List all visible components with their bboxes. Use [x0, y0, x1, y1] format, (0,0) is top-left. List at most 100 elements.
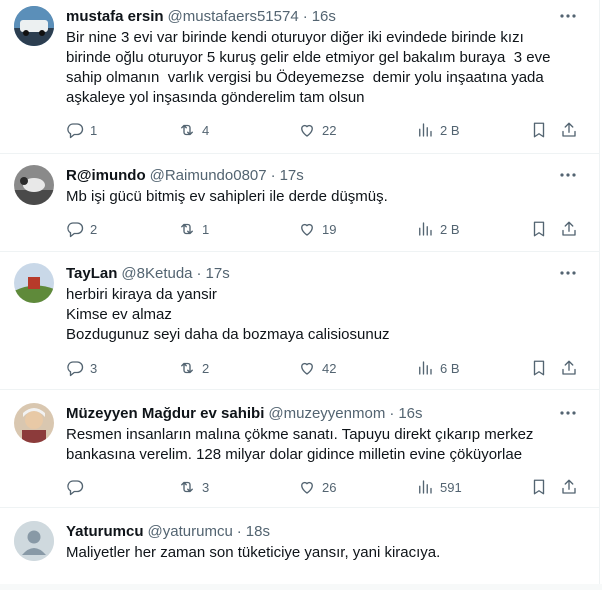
reply-feed: mustafa ersin @mustafaers51574 · 16s Bir… — [0, 0, 600, 590]
tweet-text-line: birinde oğlu oturuyor 5 kuruş gelir elde… — [66, 49, 551, 66]
user-handle[interactable]: @mustafaers51574 — [168, 8, 299, 25]
tweet-text: Resmen insanların malına çökme sanatı. T… — [66, 425, 566, 465]
like-count: 22 — [322, 122, 337, 138]
page-bottom-strip — [0, 584, 602, 590]
separator-dot: · — [196, 264, 202, 282]
more-options-icon[interactable] — [558, 165, 578, 185]
tweet-actions: 1 4 22 2 B — [66, 120, 586, 140]
retweet-button[interactable]: 3 — [178, 477, 209, 497]
tweet-text: Bir nine 3 evi var birinde kendi oturuyo… — [66, 28, 566, 108]
views-count: 2 B — [440, 221, 460, 237]
like-count: 19 — [322, 221, 337, 237]
tweet-header: Müzeyyen Mağdur ev sahibi @muzeyyenmom ·… — [66, 403, 580, 423]
tweet[interactable]: mustafa ersin @mustafaers51574 · 16s Bir… — [0, 0, 600, 154]
views-count: 2 B — [440, 122, 460, 138]
bookmark-button[interactable] — [530, 219, 548, 239]
share-button[interactable] — [560, 120, 578, 140]
more-options-icon[interactable] — [558, 263, 578, 283]
reply-icon — [67, 361, 84, 377]
avatar[interactable] — [14, 403, 54, 443]
views-button[interactable]: 6 B — [416, 358, 460, 378]
display-name[interactable]: R@imundo — [66, 167, 146, 184]
avatar[interactable] — [14, 165, 54, 205]
retweet-icon — [181, 124, 193, 136]
user-handle[interactable]: @muzeyyenmom — [268, 405, 385, 422]
bookmark-icon — [533, 360, 545, 376]
tweet-header: Yaturumcu @yaturumcu · 18s — [66, 521, 580, 541]
avatar[interactable] — [14, 263, 54, 303]
like-count: 42 — [322, 360, 337, 376]
views-chart-icon — [419, 361, 432, 375]
separator-dot: · — [389, 404, 395, 422]
tweet-text-line: Bir nine 3 evi var birinde kendi oturuyo… — [66, 29, 524, 46]
tweet-text-line: Kimse ev almaz — [66, 306, 172, 323]
display-name[interactable]: mustafa ersin — [66, 8, 164, 25]
bookmark-button[interactable] — [530, 477, 548, 497]
reply-button[interactable]: 2 — [66, 219, 97, 239]
retweet-button[interactable]: 2 — [178, 358, 209, 378]
tweet-header: TayLan @8Ketuda · 17s — [66, 263, 580, 283]
user-handle[interactable]: @yaturumcu — [148, 523, 233, 540]
tweet[interactable]: Müzeyyen Mağdur ev sahibi @muzeyyenmom ·… — [0, 390, 600, 508]
tweet-text-line: herbiri kiraya da yansir — [66, 286, 217, 303]
reply-button[interactable] — [66, 477, 90, 497]
tweet-text-line: bankasına verelim. 128 milyar dolar gidi… — [66, 446, 523, 463]
display-name[interactable]: Yaturumcu — [66, 523, 144, 540]
retweet-icon — [181, 481, 193, 493]
reply-count: 1 — [90, 122, 98, 138]
reply-count: 3 — [90, 360, 98, 376]
reply-button[interactable]: 1 — [66, 120, 97, 140]
reply-icon — [67, 480, 84, 496]
bookmark-button[interactable] — [530, 358, 548, 378]
more-options-icon[interactable] — [558, 403, 578, 423]
share-icon — [562, 122, 576, 137]
like-button[interactable]: 42 — [298, 358, 336, 378]
tweet-text-line: sahip olmanın varlık vergisi bu Ödeyemez… — [66, 69, 544, 86]
heart-icon — [301, 223, 313, 236]
views-button[interactable]: 2 B — [416, 120, 460, 140]
bookmark-button[interactable] — [530, 120, 548, 140]
bookmark-icon — [533, 479, 545, 495]
views-chart-icon — [419, 480, 432, 494]
views-chart-icon — [419, 123, 432, 137]
tweet[interactable]: R@imundo @Raimundo0807 · 17s Mb işi gücü… — [0, 154, 600, 252]
display-name[interactable]: TayLan — [66, 265, 117, 282]
avatar[interactable] — [14, 6, 54, 46]
tweet-text-line: Mb işi gücü bitmiş ev sahipleri ile derd… — [66, 188, 388, 205]
like-button[interactable]: 26 — [298, 477, 336, 497]
like-button[interactable]: 22 — [298, 120, 336, 140]
retweet-count: 2 — [202, 360, 210, 376]
display-name[interactable]: Müzeyyen Mağdur ev sahibi — [66, 405, 264, 422]
retweet-button[interactable]: 1 — [178, 219, 209, 239]
timestamp[interactable]: 18s — [246, 523, 270, 540]
user-handle[interactable]: @8Ketuda — [121, 265, 192, 282]
avatar[interactable] — [14, 521, 54, 561]
retweet-count: 4 — [202, 122, 210, 138]
like-count: 26 — [322, 479, 337, 495]
like-button[interactable]: 19 — [298, 219, 336, 239]
views-button[interactable]: 2 B — [416, 219, 460, 239]
tweet[interactable]: TayLan @8Ketuda · 17s herbiri kiraya da … — [0, 252, 600, 390]
share-button[interactable] — [560, 219, 578, 239]
tweet[interactable]: Yaturumcu @yaturumcu · 18s Maliyetler he… — [0, 508, 600, 590]
views-button[interactable]: 591 — [416, 477, 462, 497]
separator-dot: · — [302, 7, 308, 25]
default-avatar-icon — [14, 521, 54, 561]
views-count: 6 B — [440, 360, 460, 376]
timestamp[interactable]: 17s — [280, 167, 304, 184]
tweet-text: herbiri kiraya da yansir Kimse ev almaz … — [66, 285, 566, 345]
tweet-text-line: aşkaleye yol inşasında gönderelim tam ol… — [66, 89, 365, 106]
share-button[interactable] — [560, 477, 578, 497]
timestamp[interactable]: 17s — [206, 265, 230, 282]
retweet-button[interactable]: 4 — [178, 120, 209, 140]
tweet-header: R@imundo @Raimundo0807 · 17s — [66, 165, 580, 185]
reply-button[interactable]: 3 — [66, 358, 97, 378]
more-options-icon[interactable] — [558, 6, 578, 26]
timestamp[interactable]: 16s — [398, 405, 422, 422]
user-handle[interactable]: @Raimundo0807 — [150, 167, 267, 184]
share-button[interactable] — [560, 358, 578, 378]
tweet-text: Mb işi gücü bitmiş ev sahipleri ile derd… — [66, 187, 566, 207]
retweet-icon — [181, 362, 193, 374]
timestamp[interactable]: 16s — [312, 8, 336, 25]
retweet-count: 3 — [202, 479, 210, 495]
